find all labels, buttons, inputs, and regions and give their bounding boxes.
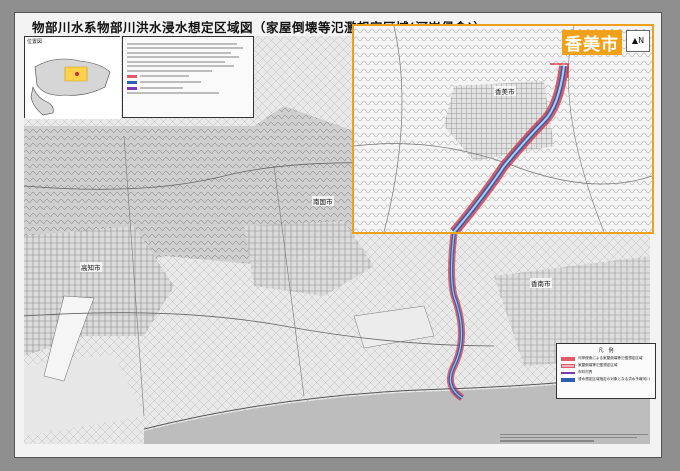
legend-item: 市町村界 xyxy=(561,370,651,375)
overview-label: 位置図 xyxy=(27,39,43,45)
footnote xyxy=(500,432,656,446)
legend-item: 家屋倒壊等氾濫想定区域 xyxy=(561,363,651,368)
inset-place-kami: 香美市 xyxy=(494,86,516,96)
legend-text: 家屋倒壊等氾濫想定区域 xyxy=(578,363,618,367)
legend-title: 凡 例 xyxy=(598,348,614,354)
info-panel xyxy=(122,36,254,118)
legend-text: 河岸侵食による家屋倒壊等氾濫想定区域 xyxy=(578,356,643,360)
legend-text: 市町村界 xyxy=(578,370,593,374)
legend-item: 河岸侵食による家屋倒壊等氾濫想定区域 xyxy=(561,356,651,361)
inset-map: 香美市 香美市 ▲N xyxy=(352,24,654,234)
legend-item: 浸水想定区域指定の対象となる洪水予報河川 xyxy=(561,377,651,382)
legend-swatch xyxy=(561,363,575,368)
legend-swatch xyxy=(561,377,575,382)
legend-swatch xyxy=(561,371,575,374)
place-konan: 香南市 xyxy=(530,278,552,288)
legend-swatch xyxy=(561,356,575,361)
inset-title: 香美市 xyxy=(562,30,622,55)
place-kochi: 高知市 xyxy=(80,262,102,272)
place-nankoku: 南国市 xyxy=(312,196,334,206)
overview-map: 位置図 xyxy=(24,36,121,119)
north-arrow-icon: ▲N xyxy=(626,30,650,52)
overview-shape xyxy=(25,37,121,119)
map-legend: 凡 例 河岸侵食による家屋倒壊等氾濫想定区域 家屋倒壊等氾濫想定区域 市町村界 … xyxy=(556,343,656,399)
legend-text: 浸水想定区域指定の対象となる洪水予報河川 xyxy=(578,377,650,381)
inset-terrain xyxy=(354,26,652,232)
